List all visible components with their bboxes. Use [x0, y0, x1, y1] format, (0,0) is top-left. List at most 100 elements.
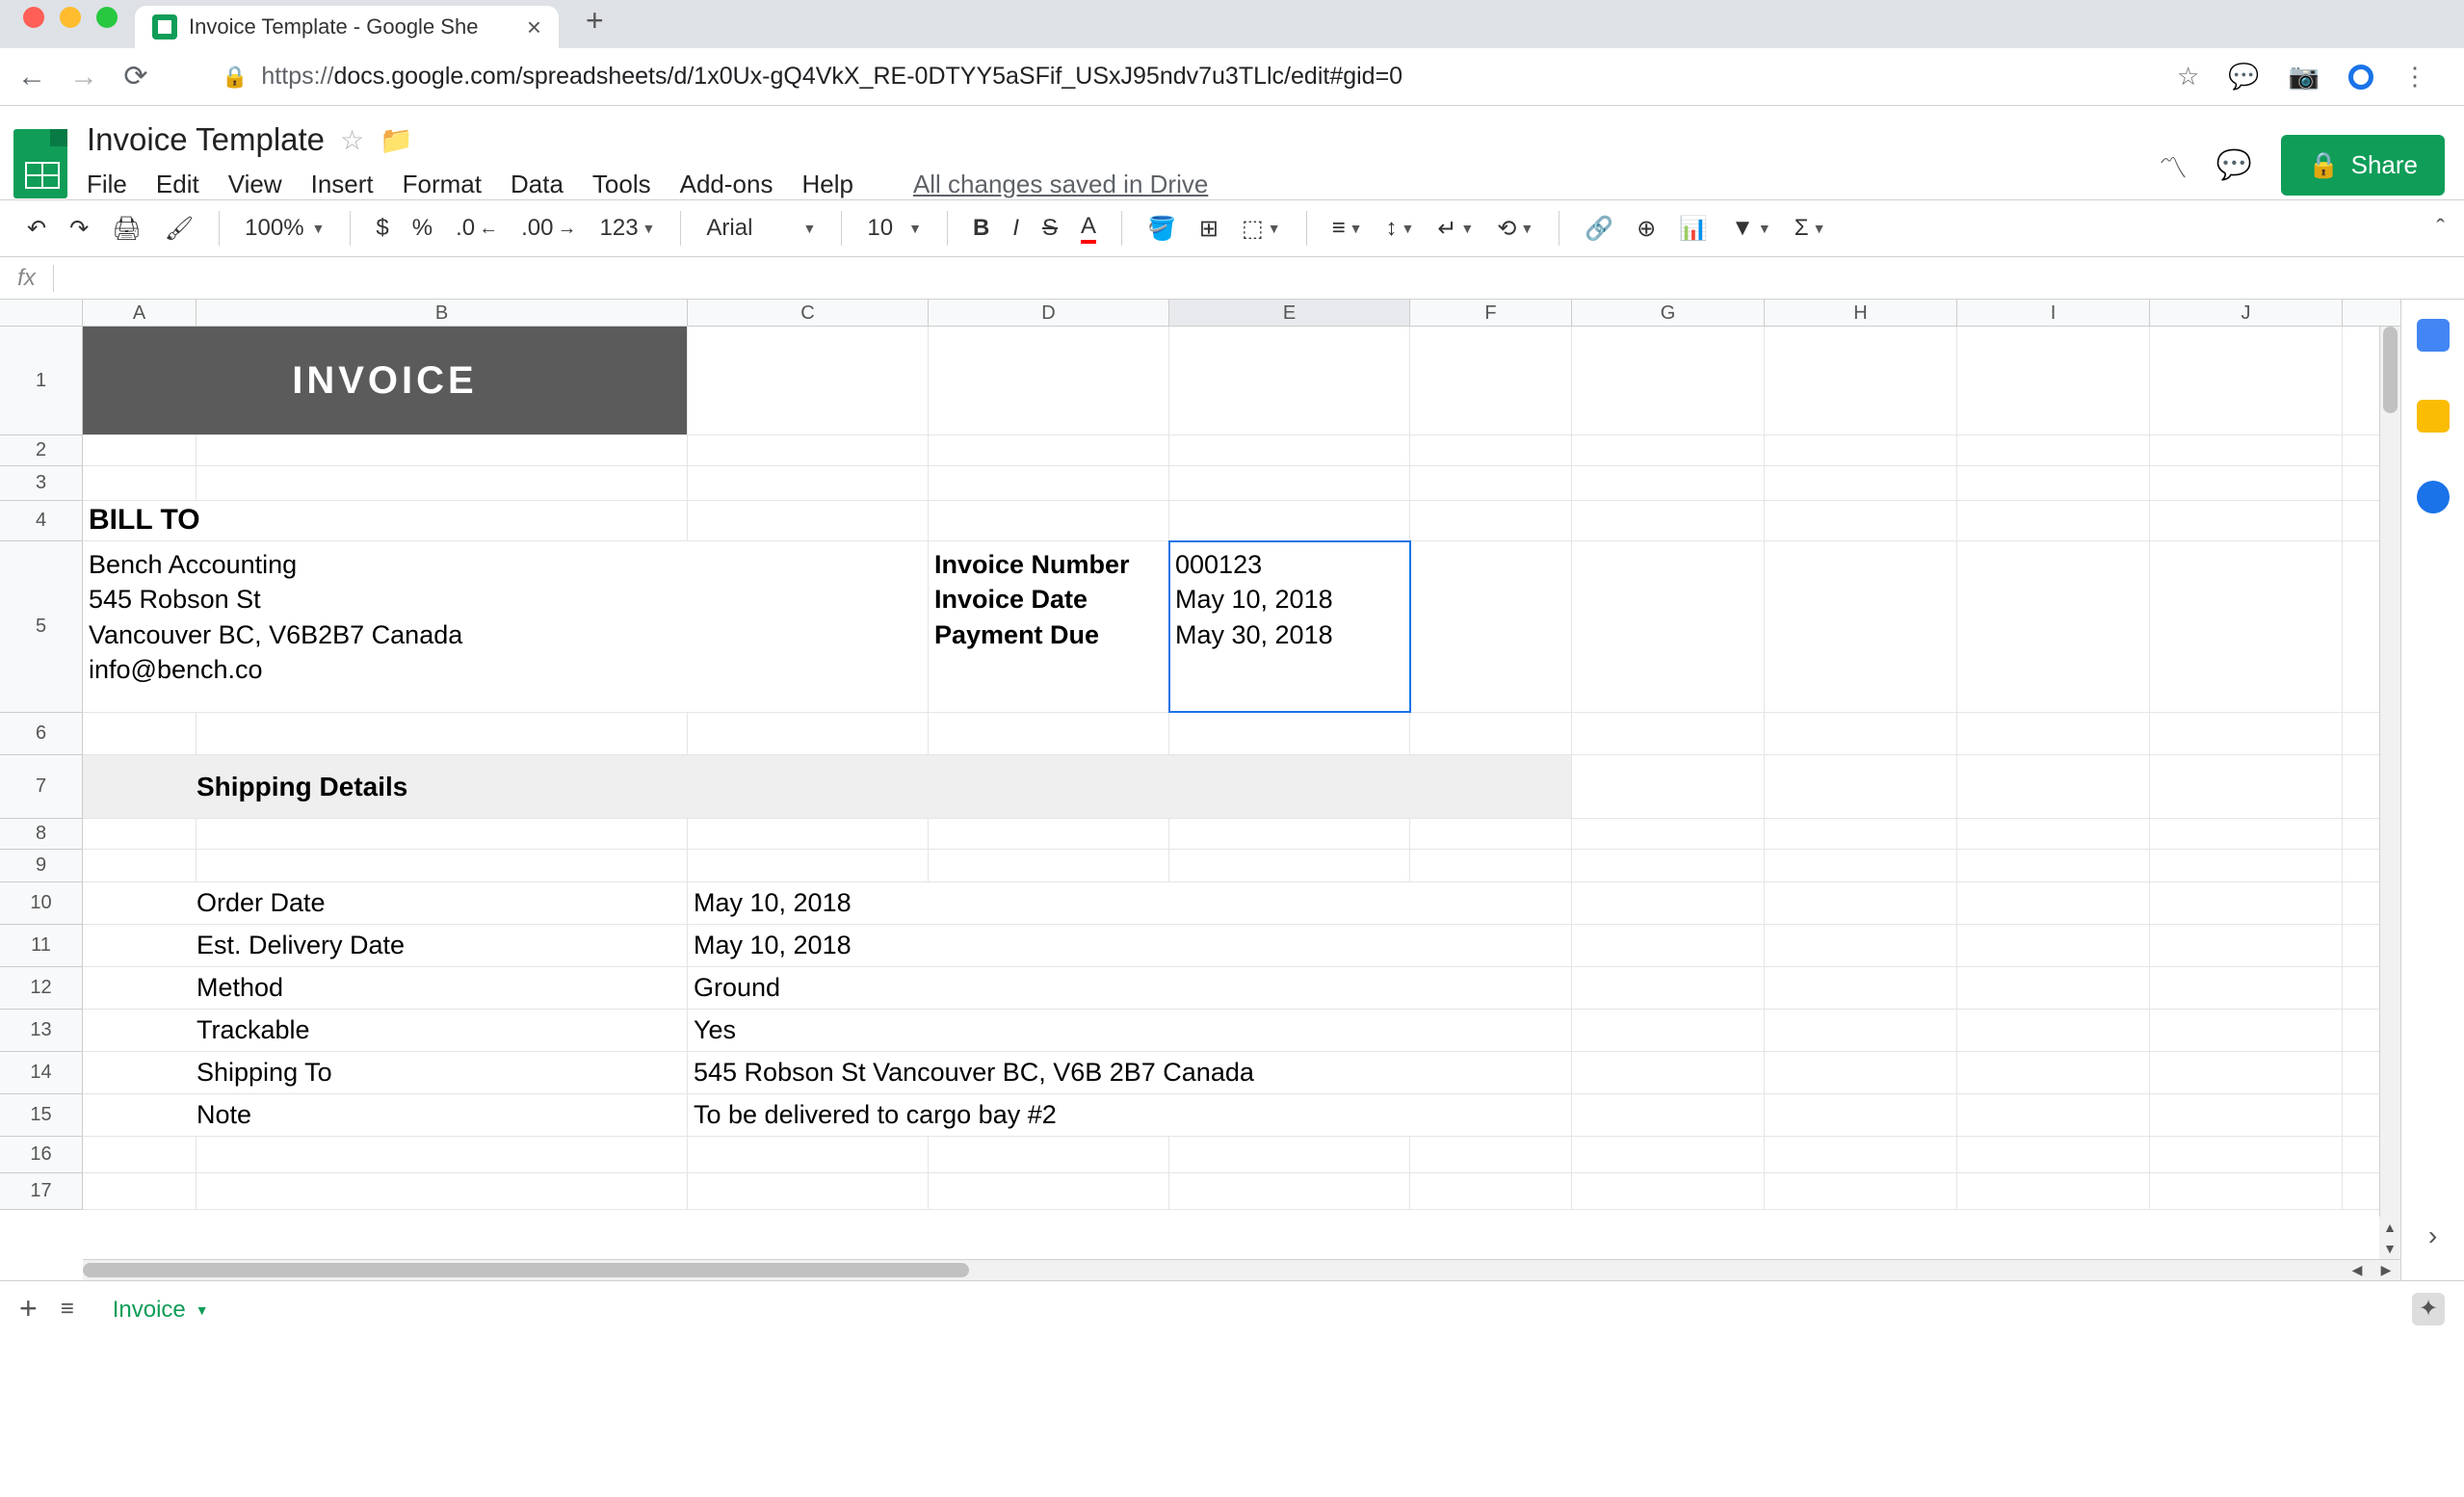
select-all-corner[interactable]: [0, 300, 83, 326]
calendar-icon[interactable]: [2417, 319, 2450, 352]
cell[interactable]: [2150, 819, 2343, 849]
cell[interactable]: [1957, 882, 2150, 924]
comments-icon[interactable]: 💬: [2216, 148, 2252, 182]
sheets-logo-icon[interactable]: [13, 129, 67, 198]
cell[interactable]: [197, 713, 688, 754]
row-header-9[interactable]: 9: [0, 850, 82, 882]
cell[interactable]: [688, 819, 929, 849]
move-folder-button[interactable]: 📁: [380, 124, 413, 156]
minimize-window-button[interactable]: [60, 7, 81, 28]
menu-insert[interactable]: Insert: [311, 170, 374, 199]
cell[interactable]: [1957, 1173, 2150, 1209]
cell-shipping-header[interactable]: Shipping Details: [83, 755, 1572, 818]
cell[interactable]: [197, 1137, 688, 1172]
cell[interactable]: [1957, 925, 2150, 966]
forward-button[interactable]: →: [69, 61, 98, 93]
cell[interactable]: [2150, 925, 2343, 966]
vertical-scrollbar[interactable]: [2379, 327, 2400, 1259]
paint-format-button[interactable]: 🖌: [157, 209, 201, 249]
cell[interactable]: [2150, 327, 2343, 434]
cell[interactable]: [83, 435, 197, 465]
link-button[interactable]: 🔗: [1577, 209, 1621, 249]
chart-button[interactable]: 📊: [1671, 209, 1716, 249]
cell[interactable]: [1572, 925, 1765, 966]
merge-button[interactable]: ⬚▼: [1234, 209, 1289, 249]
cell[interactable]: [2150, 541, 2343, 712]
cell[interactable]: [1572, 1010, 1765, 1051]
borders-button[interactable]: ⊞: [1192, 209, 1226, 249]
cell[interactable]: [688, 327, 929, 434]
cell[interactable]: [1765, 1010, 1957, 1051]
cell[interactable]: [1572, 501, 1765, 540]
cell[interactable]: [1410, 713, 1572, 754]
dec-decrease-button[interactable]: .0←: [448, 209, 506, 248]
cell[interactable]: [2150, 435, 2343, 465]
cell[interactable]: [1572, 850, 1765, 881]
cell[interactable]: [1410, 435, 1572, 465]
cell[interactable]: [1169, 327, 1410, 434]
profile-icon[interactable]: [2348, 65, 2373, 90]
cell[interactable]: [1765, 327, 1957, 434]
col-header-I[interactable]: I: [1957, 300, 2150, 326]
functions-button[interactable]: Σ▼: [1787, 209, 1834, 248]
cell-note-label[interactable]: Note: [83, 1094, 688, 1136]
cell[interactable]: [2150, 882, 2343, 924]
cell[interactable]: [1957, 1052, 2150, 1093]
rotate-button[interactable]: ⟲▼: [1489, 209, 1541, 249]
cell[interactable]: [197, 850, 688, 881]
cell[interactable]: [2150, 1137, 2343, 1172]
col-header-F[interactable]: F: [1410, 300, 1572, 326]
cell[interactable]: [688, 1173, 929, 1209]
cell[interactable]: [1572, 1137, 1765, 1172]
cell[interactable]: [1572, 466, 1765, 500]
cell[interactable]: [2150, 713, 2343, 754]
cell[interactable]: [2150, 1173, 2343, 1209]
cell[interactable]: [1765, 1173, 1957, 1209]
row-header-16[interactable]: 16: [0, 1137, 82, 1173]
row-header-4[interactable]: 4: [0, 501, 82, 541]
italic-button[interactable]: I: [1005, 209, 1027, 248]
cell[interactable]: [1765, 819, 1957, 849]
cell[interactable]: [688, 501, 929, 540]
cell[interactable]: [1572, 435, 1765, 465]
formula-input[interactable]: [54, 266, 2464, 291]
cell[interactable]: [1572, 327, 1765, 434]
cell[interactable]: [1572, 1173, 1765, 1209]
star-icon[interactable]: ☆: [2177, 62, 2199, 92]
cell[interactable]: [929, 1173, 1169, 1209]
cell[interactable]: [1765, 925, 1957, 966]
row-header-7[interactable]: 7: [0, 755, 82, 819]
cell[interactable]: [1572, 819, 1765, 849]
cell[interactable]: [929, 850, 1169, 881]
vscroll-thumb[interactable]: [2383, 327, 2398, 413]
cell[interactable]: [2150, 967, 2343, 1009]
cell[interactable]: [1765, 1094, 1957, 1136]
cell[interactable]: [1765, 850, 1957, 881]
col-header-E[interactable]: E: [1169, 300, 1410, 326]
cell[interactable]: [1410, 819, 1572, 849]
cell[interactable]: [929, 501, 1169, 540]
cell[interactable]: [83, 1137, 197, 1172]
cell-invoice-banner[interactable]: INVOICE: [83, 327, 688, 434]
filter-button[interactable]: ▼▼: [1723, 209, 1779, 248]
cell-invoice-meta-values[interactable]: 000123 May 10, 2018 May 30, 2018: [1169, 541, 1410, 712]
browser-tab[interactable]: Invoice Template - Google She ×: [135, 6, 559, 48]
cell[interactable]: [1765, 882, 1957, 924]
valign-button[interactable]: ↕▼: [1377, 209, 1422, 248]
cell-order-date-value[interactable]: May 10, 2018: [688, 882, 1572, 924]
halign-button[interactable]: ≡▼: [1324, 209, 1371, 248]
col-header-H[interactable]: H: [1765, 300, 1957, 326]
cell-bill-to-label[interactable]: BILL TO: [83, 501, 688, 540]
dec-increase-button[interactable]: .00→: [513, 209, 584, 248]
tasks-icon[interactable]: [2417, 481, 2450, 513]
zoom-dropdown[interactable]: 100%▼: [237, 209, 332, 248]
cell[interactable]: [1169, 1137, 1410, 1172]
row-header-17[interactable]: 17: [0, 1173, 82, 1210]
cell[interactable]: [1957, 1010, 2150, 1051]
cell[interactable]: [688, 1137, 929, 1172]
maximize-window-button[interactable]: [96, 7, 118, 28]
cell[interactable]: [929, 713, 1169, 754]
currency-button[interactable]: $: [368, 209, 396, 248]
row-header-8[interactable]: 8: [0, 819, 82, 850]
cell[interactable]: [2150, 1052, 2343, 1093]
